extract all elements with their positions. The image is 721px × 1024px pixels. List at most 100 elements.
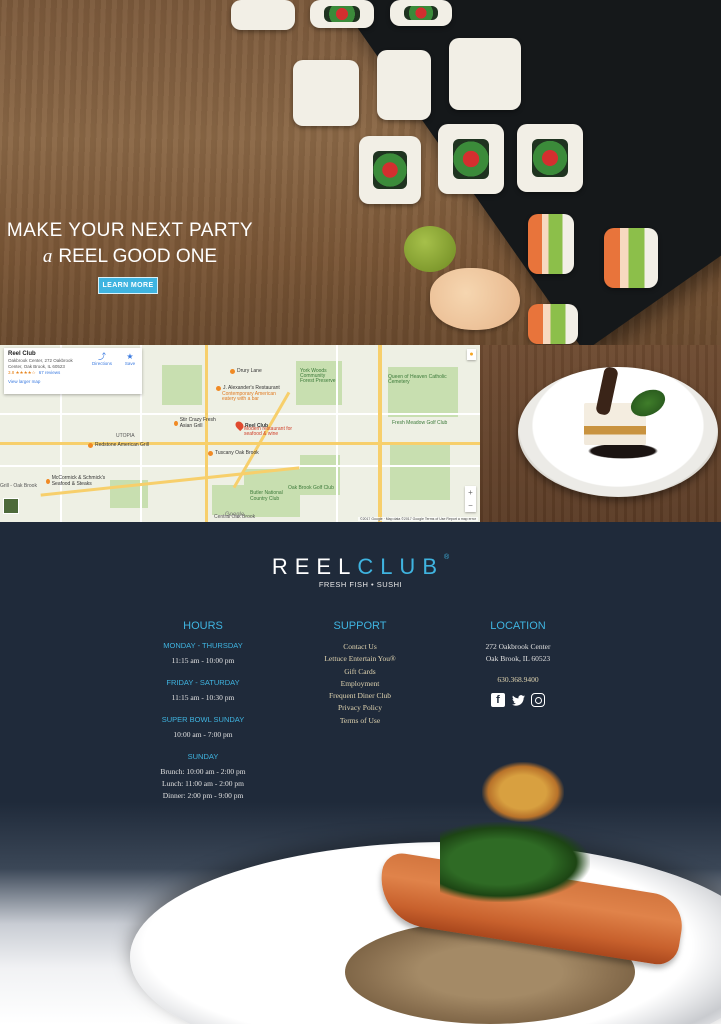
hours-group: SUPER BOWL SUNDAY 10:00 am - 7:00 pm: [143, 715, 263, 741]
map-zoom-control[interactable]: + −: [465, 486, 476, 512]
support-heading: SUPPORT: [333, 620, 387, 632]
map-label: Contemporary American eatery with a bar: [222, 391, 276, 402]
map-place-card: Reel Club Oakbrook Center, 272 Oakbrook …: [4, 348, 142, 394]
map-label: Queen of Heaven Catholic Cemetery: [388, 374, 447, 385]
map-road: [0, 465, 480, 467]
facebook-icon[interactable]: f: [491, 693, 505, 707]
crispy-garnish: [482, 762, 564, 822]
sushi-roll: [604, 228, 658, 288]
sushi-roll: [231, 0, 295, 30]
hours-column: HOURS MONDAY - THURSDAY 11:15 am - 10:00…: [143, 620, 263, 813]
lettuce-entertain-you-link[interactable]: Lettuce Entertain You®: [300, 653, 420, 665]
address-line-2: Oak Brook, IL 60523: [485, 654, 551, 663]
hours-group: MONDAY - THURSDAY 11:15 am - 10:00 pm: [143, 641, 263, 667]
location-column: LOCATION 272 Oakbrook Center Oak Brook, …: [458, 620, 578, 707]
hero-headline-line2: a REEL GOOD ONE: [0, 246, 260, 268]
map-park: [212, 485, 250, 515]
map-highway: [378, 345, 382, 522]
wasabi-image: [404, 226, 456, 272]
sushi-roll: [528, 304, 578, 344]
contact-us-link[interactable]: Contact Us: [300, 641, 420, 653]
employment-link[interactable]: Employment: [300, 678, 420, 690]
directions-button[interactable]: ⤴ Directions: [90, 352, 114, 366]
support-column: SUPPORT Contact Us Lettuce Entertain You…: [300, 620, 420, 727]
hours-day-label: MONDAY - THURSDAY: [163, 641, 243, 650]
map-poi[interactable]: Tuscany Oak Brook: [208, 450, 259, 456]
address-line-1: 272 Oakbrook Center: [485, 642, 551, 651]
salmon-dish-photo: [0, 762, 721, 1024]
map-poi[interactable]: Oak Brook Golf Club: [288, 485, 334, 491]
sushi-roll: [438, 124, 504, 194]
directions-icon: ⤴: [98, 352, 106, 361]
map-label: Grill - Oak Brook: [0, 483, 37, 489]
learn-more-button[interactable]: LEARN MORE: [98, 277, 158, 294]
map-poi[interactable]: Stir Crazy Fresh Asian Grill: [174, 417, 224, 429]
sushi-roll: [528, 214, 574, 274]
phone-link[interactable]: 630.368.9400: [458, 675, 578, 684]
map-poi[interactable]: Drury Lane: [230, 368, 262, 374]
sushi-roll: [449, 38, 521, 110]
star-icon: ★: [126, 352, 134, 361]
privacy-policy-link[interactable]: Privacy Policy: [300, 702, 420, 714]
social-links: f: [458, 693, 578, 707]
hours-time: Lunch: 11:00 am - 2:00 pm: [161, 779, 244, 788]
hero-headline-a: a: [42, 246, 53, 267]
hours-day-label: SUNDAY: [187, 752, 219, 761]
hours-time: Dinner: 2:00 pm - 9:00 pm: [162, 791, 244, 800]
sushi-roll: [390, 0, 452, 26]
sushi-roll: [293, 60, 359, 126]
hours-time: 11:15 am - 10:30 pm: [171, 693, 235, 702]
greens-garnish: [440, 822, 590, 902]
google-logo: Google: [225, 512, 245, 518]
ginger-image: [430, 268, 520, 330]
sushi-roll: [377, 50, 431, 120]
terms-of-use-link[interactable]: Terms of Use: [300, 715, 420, 727]
hours-time: Brunch: 10:00 am - 2:00 pm: [160, 767, 246, 776]
sushi-roll: [310, 0, 374, 28]
save-button[interactable]: ★ Save: [118, 352, 142, 366]
map-rating: 3.8 ★★★★☆ 67 reviews: [8, 370, 61, 375]
hours-group: SUNDAY Brunch: 10:00 am - 2:00 pm Lunch:…: [143, 752, 263, 802]
site-footer: REELCLUB® FRESH FISH • SUSHI HOURS MONDA…: [0, 522, 721, 1024]
street-view-pegman-icon[interactable]: ●: [467, 349, 476, 360]
map-place-address: Oakbrook Center, 272 Oakbrook Center, Oa…: [8, 358, 73, 369]
hours-day-label: FRIDAY - SATURDAY: [166, 678, 240, 687]
map-reviews-link[interactable]: 67 reviews: [39, 370, 61, 375]
hours-day-label: SUPER BOWL SUNDAY: [161, 715, 245, 724]
hero-headline: MAKE YOUR NEXT PARTY a REEL GOOD ONE: [0, 220, 260, 268]
zoom-out-button[interactable]: −: [468, 501, 473, 510]
map-highway: [205, 345, 208, 522]
map-poi[interactable]: Butler National Country Club: [250, 490, 294, 502]
reel-club-logo[interactable]: REELCLUB®: [0, 554, 721, 580]
hero-headline-line2-text: REEL GOOD ONE: [58, 246, 218, 267]
view-larger-map-link[interactable]: View larger map: [8, 379, 138, 384]
sushi-roll: [517, 124, 583, 192]
map-park: [390, 445, 450, 500]
sushi-roll: [359, 136, 421, 204]
map-label: Modern restaurant for seafood & wine: [244, 426, 293, 437]
gift-cards-link[interactable]: Gift Cards: [300, 666, 420, 678]
hours-time: 10:00 am - 7:00 pm: [173, 730, 233, 739]
map-attribution[interactable]: ©2017 Google · Map data ©2017 Google Ter…: [358, 517, 478, 521]
zoom-in-button[interactable]: +: [468, 488, 473, 497]
hours-time: 11:15 am - 10:00 pm: [171, 656, 235, 665]
brand-tagline: FRESH FISH • SUSHI: [318, 580, 403, 589]
map-label: UTOPIA: [116, 433, 135, 439]
map-poi[interactable]: McCormick & Schmick's Seafood & Steaks: [46, 475, 122, 487]
map-park: [162, 365, 202, 405]
map-label: York Woods Community Forest Preserve: [300, 368, 336, 384]
dessert-photo: [480, 345, 721, 522]
twitter-icon[interactable]: [511, 693, 525, 707]
hours-heading: HOURS: [183, 620, 223, 632]
google-map[interactable]: Drury Lane J. Alexander's Restaurant Con…: [0, 345, 480, 522]
map-poi[interactable]: Fresh Meadow Golf Club: [392, 420, 447, 426]
satellite-toggle[interactable]: [3, 498, 19, 514]
instagram-icon[interactable]: [531, 693, 545, 707]
hero-headline-line1: MAKE YOUR NEXT PARTY: [6, 220, 254, 241]
map-road: [0, 413, 480, 415]
hours-group: FRIDAY - SATURDAY 11:15 am - 10:30 pm: [143, 678, 263, 704]
map-highway: [0, 442, 480, 445]
frequent-diner-club-link[interactable]: Frequent Diner Club: [300, 690, 420, 702]
hero-banner: MAKE YOUR NEXT PARTY a REEL GOOD ONE LEAR…: [0, 0, 721, 345]
map-poi[interactable]: Redstone American Grill: [88, 442, 149, 448]
